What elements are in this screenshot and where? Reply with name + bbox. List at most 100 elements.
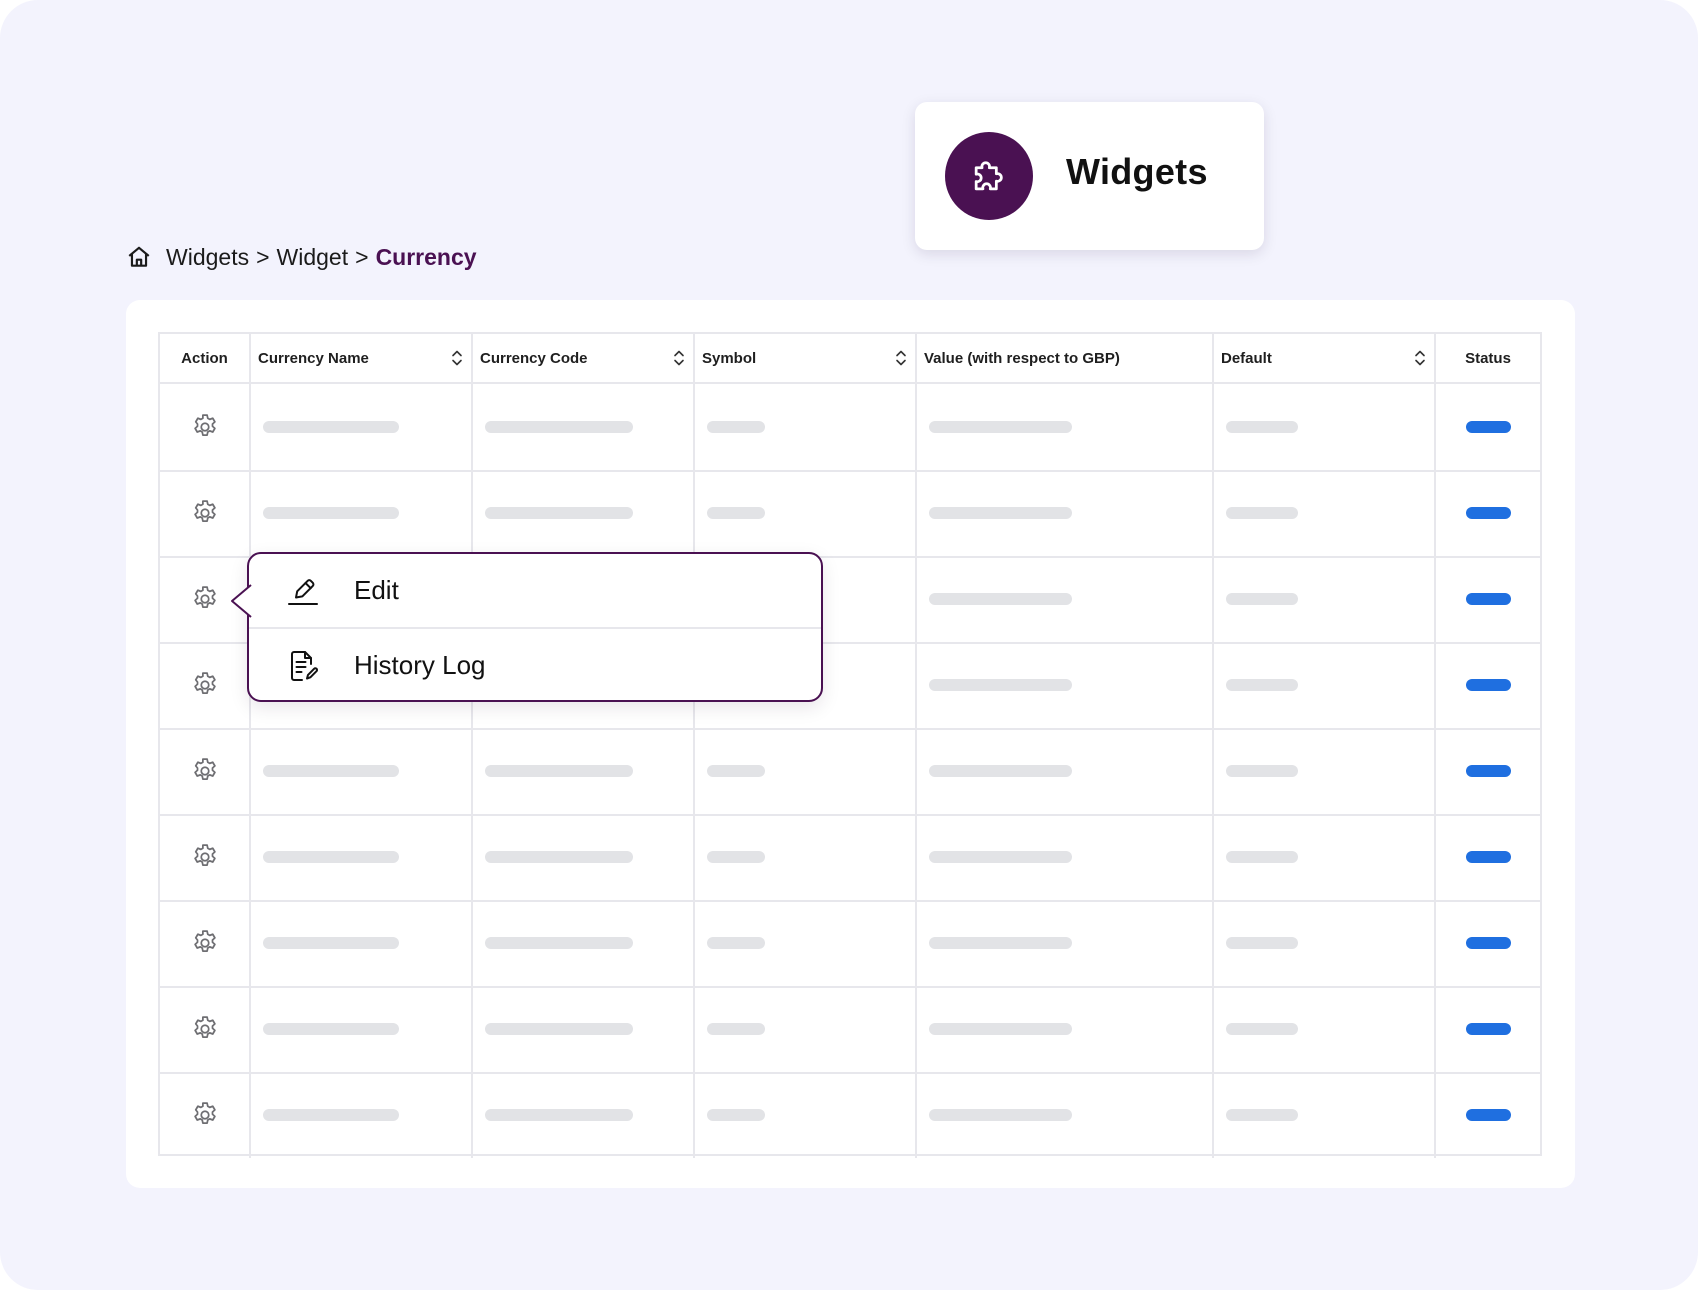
loading-placeholder <box>263 1109 399 1121</box>
table-row <box>160 470 1540 558</box>
table-cell <box>917 728 1214 814</box>
loading-placeholder <box>1226 937 1298 949</box>
table-cell <box>160 728 251 814</box>
table-cell <box>1214 728 1436 814</box>
table-cell <box>251 728 473 814</box>
widgets-badge <box>945 132 1033 220</box>
edit-icon <box>285 573 321 609</box>
table-cell <box>473 470 695 556</box>
table-cell <box>473 1072 695 1158</box>
loading-placeholder <box>1226 765 1298 777</box>
status-badge <box>1466 507 1511 519</box>
loading-placeholder <box>929 851 1072 863</box>
table-cell <box>1214 986 1436 1072</box>
table-cell <box>160 384 251 470</box>
column-header-currency-code[interactable]: Currency Code <box>473 334 695 382</box>
table-cell <box>473 814 695 900</box>
gear-icon[interactable] <box>190 928 220 958</box>
gear-icon[interactable] <box>190 1100 220 1130</box>
loading-placeholder <box>929 1023 1072 1035</box>
loading-placeholder <box>485 507 633 519</box>
gear-icon[interactable] <box>190 842 220 872</box>
breadcrumb-item-widgets[interactable]: Widgets <box>166 244 249 271</box>
sort-icon[interactable] <box>1414 349 1426 367</box>
loading-placeholder <box>929 1109 1072 1121</box>
table-cell <box>917 900 1214 986</box>
table-cell <box>1214 814 1436 900</box>
loading-placeholder <box>263 765 399 777</box>
table-row <box>160 900 1540 988</box>
gear-icon[interactable] <box>190 756 220 786</box>
sort-icon[interactable] <box>895 349 907 367</box>
table-cell <box>1436 900 1540 986</box>
loading-placeholder <box>1226 421 1298 433</box>
menu-item-edit[interactable]: Edit <box>249 554 821 629</box>
gear-icon[interactable] <box>190 1014 220 1044</box>
table-cell <box>917 642 1214 728</box>
table-cell <box>917 556 1214 642</box>
column-header-default[interactable]: Default <box>1214 334 1436 382</box>
table-cell <box>473 900 695 986</box>
breadcrumb-item-widget[interactable]: Widget <box>277 244 349 271</box>
table-cell <box>1214 384 1436 470</box>
loading-placeholder <box>485 421 633 433</box>
table-cell <box>160 986 251 1072</box>
gear-icon[interactable] <box>190 670 220 700</box>
status-badge <box>1466 593 1511 605</box>
table-cell <box>695 1072 917 1158</box>
breadcrumb-separator: > <box>256 243 270 270</box>
column-header-currency-name[interactable]: Currency Name <box>251 334 473 382</box>
loading-placeholder <box>929 679 1072 691</box>
table-cell <box>160 642 251 728</box>
column-header-label: Default <box>1221 349 1272 367</box>
loading-placeholder <box>263 421 399 433</box>
loading-placeholder <box>485 765 633 777</box>
table-cell <box>695 728 917 814</box>
table-cell <box>251 1072 473 1158</box>
gear-icon[interactable] <box>190 584 220 614</box>
gear-icon[interactable] <box>190 498 220 528</box>
loading-placeholder <box>929 593 1072 605</box>
currency-table-card: Action Currency Name Currency Code Symbo… <box>126 300 1575 1188</box>
table-cell <box>251 814 473 900</box>
table-cell <box>1436 728 1540 814</box>
column-header-label: Value (with respect to GBP) <box>924 349 1120 367</box>
table-cell <box>695 986 917 1072</box>
status-badge <box>1466 765 1511 777</box>
table-cell <box>917 470 1214 556</box>
loading-placeholder <box>707 1023 765 1035</box>
home-icon[interactable] <box>126 244 152 270</box>
widgets-header-card: Widgets <box>915 102 1264 250</box>
menu-item-label: Edit <box>354 575 399 605</box>
column-header-label: Status <box>1465 349 1511 367</box>
table-cell <box>251 470 473 556</box>
status-badge <box>1466 421 1511 433</box>
table-cell <box>1436 814 1540 900</box>
table-cell <box>160 900 251 986</box>
table-cell <box>1436 986 1540 1072</box>
table-cell <box>695 900 917 986</box>
table-cell <box>160 814 251 900</box>
table-cell <box>695 384 917 470</box>
loading-placeholder <box>929 765 1072 777</box>
sort-icon[interactable] <box>673 349 685 367</box>
table-cell <box>1436 384 1540 470</box>
table-row <box>160 814 1540 902</box>
loading-placeholder <box>707 851 765 863</box>
table-cell <box>1214 900 1436 986</box>
column-header-symbol[interactable]: Symbol <box>695 334 917 382</box>
table-cell <box>917 814 1214 900</box>
currency-table: Action Currency Name Currency Code Symbo… <box>158 332 1542 1158</box>
menu-item-history-log[interactable]: History Log <box>249 629 821 702</box>
loading-placeholder <box>263 507 399 519</box>
gear-icon[interactable] <box>190 412 220 442</box>
loading-placeholder <box>1226 1023 1298 1035</box>
table-cell <box>917 1072 1214 1158</box>
table-cell <box>1436 470 1540 556</box>
table-cell <box>1436 642 1540 728</box>
loading-placeholder <box>1226 1109 1298 1121</box>
sort-icon[interactable] <box>451 349 463 367</box>
table-cell <box>473 384 695 470</box>
table-cell <box>1214 642 1436 728</box>
loading-placeholder <box>1226 851 1298 863</box>
